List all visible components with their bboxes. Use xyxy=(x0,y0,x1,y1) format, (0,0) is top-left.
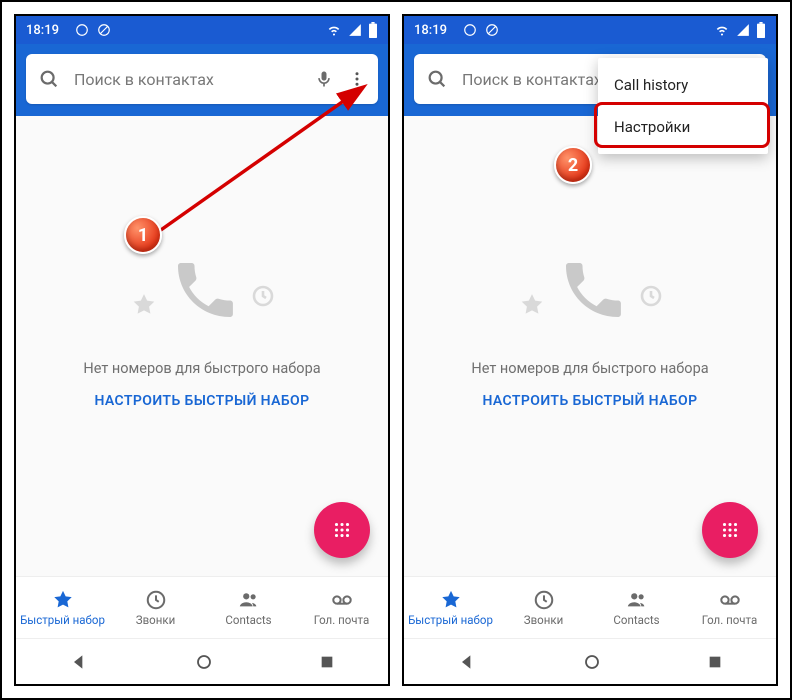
wifi-icon xyxy=(714,23,730,37)
status-icon-dnd xyxy=(97,23,111,37)
bottom-tabs: Быстрый набор Звонки Contacts Гол. почта xyxy=(16,576,388,638)
tab-label: Звонки xyxy=(136,613,175,627)
nav-home-button[interactable] xyxy=(583,653,601,671)
tab-contacts[interactable]: Contacts xyxy=(590,577,683,638)
star-icon xyxy=(440,589,462,611)
voice-search-icon[interactable] xyxy=(314,69,334,89)
clock-icon xyxy=(639,284,663,312)
nav-back-button[interactable] xyxy=(457,652,477,672)
star-icon xyxy=(519,292,545,322)
annotation-step-2-badge: 2 xyxy=(554,146,592,184)
search-placeholder: Поиск в контактах xyxy=(74,70,306,89)
menu-item-call-history[interactable]: Call history xyxy=(598,64,768,106)
tab-label: Гол. почта xyxy=(314,613,370,627)
voicemail-icon xyxy=(717,589,743,611)
nav-recents-button[interactable] xyxy=(319,654,335,670)
main-content: Нет номеров для быстрого набора НАСТРОИТ… xyxy=(16,116,388,576)
status-bar: 18:19 xyxy=(404,16,776,44)
android-nav-bar xyxy=(16,638,388,684)
menu-item-settings[interactable]: Настройки xyxy=(598,106,768,148)
tab-label: Быстрый набор xyxy=(20,613,105,627)
app-header: Поиск в контактах xyxy=(16,44,388,116)
tab-calls[interactable]: Звонки xyxy=(497,577,590,638)
tab-speed-dial[interactable]: Быстрый набор xyxy=(404,577,497,638)
nav-home-button[interactable] xyxy=(195,653,213,671)
clock-icon xyxy=(251,284,275,312)
tab-contacts[interactable]: Contacts xyxy=(202,577,295,638)
setup-speed-dial-button[interactable]: НАСТРОИТЬ БЫСТРЫЙ НАБОР xyxy=(94,393,309,409)
star-icon xyxy=(131,292,157,322)
empty-message: Нет номеров для быстрого набора xyxy=(471,360,708,377)
nav-recents-button[interactable] xyxy=(707,654,723,670)
recent-icon xyxy=(533,589,555,611)
tab-label: Звонки xyxy=(524,613,563,627)
status-time: 18:19 xyxy=(414,23,447,38)
empty-illustration xyxy=(515,244,665,344)
status-time: 18:19 xyxy=(26,23,59,38)
bottom-tabs: Быстрый набор Звонки Contacts Гол. почта xyxy=(404,576,776,638)
empty-illustration xyxy=(127,244,277,344)
tab-calls[interactable]: Звонки xyxy=(109,577,202,638)
battery-icon xyxy=(756,22,766,38)
voicemail-icon xyxy=(329,589,355,611)
phone-screenshot-1: 18:19 xyxy=(14,14,390,686)
status-icon-dnd xyxy=(485,23,499,37)
overflow-menu-button[interactable] xyxy=(342,64,372,94)
dialpad-fab[interactable] xyxy=(314,502,370,558)
annotation-step-1-badge: 1 xyxy=(124,216,162,254)
setup-speed-dial-button[interactable]: НАСТРОИТЬ БЫСТРЫЙ НАБОР xyxy=(482,393,697,409)
battery-icon xyxy=(368,22,378,38)
signal-icon xyxy=(348,23,362,37)
nav-back-button[interactable] xyxy=(69,652,89,672)
tab-label: Быстрый набор xyxy=(408,613,493,627)
contacts-icon xyxy=(625,589,649,611)
tab-voicemail[interactable]: Гол. почта xyxy=(295,577,388,638)
phone-screenshot-2: 18:19 xyxy=(402,14,778,686)
search-icon xyxy=(38,68,60,90)
status-icon-app xyxy=(75,23,89,37)
search-icon xyxy=(426,68,448,90)
tab-label: Contacts xyxy=(225,613,271,627)
tab-voicemail[interactable]: Гол. почта xyxy=(683,577,776,638)
tab-label: Contacts xyxy=(613,613,659,627)
tab-label: Гол. почта xyxy=(702,613,758,627)
status-bar: 18:19 xyxy=(16,16,388,44)
star-icon xyxy=(52,589,74,611)
android-nav-bar xyxy=(404,638,776,684)
status-icon-app xyxy=(463,23,477,37)
contacts-icon xyxy=(237,589,261,611)
phone-handset-icon xyxy=(557,254,629,330)
overflow-menu: Call history Настройки xyxy=(598,58,768,154)
recent-icon xyxy=(145,589,167,611)
search-bar[interactable]: Поиск в контактах xyxy=(26,54,378,104)
signal-icon xyxy=(736,23,750,37)
main-content: Нет номеров для быстрого набора НАСТРОИТ… xyxy=(404,116,776,576)
dialpad-fab[interactable] xyxy=(702,502,758,558)
wifi-icon xyxy=(326,23,342,37)
empty-message: Нет номеров для быстрого набора xyxy=(83,360,320,377)
tab-speed-dial[interactable]: Быстрый набор xyxy=(16,577,109,638)
phone-handset-icon xyxy=(169,254,241,330)
